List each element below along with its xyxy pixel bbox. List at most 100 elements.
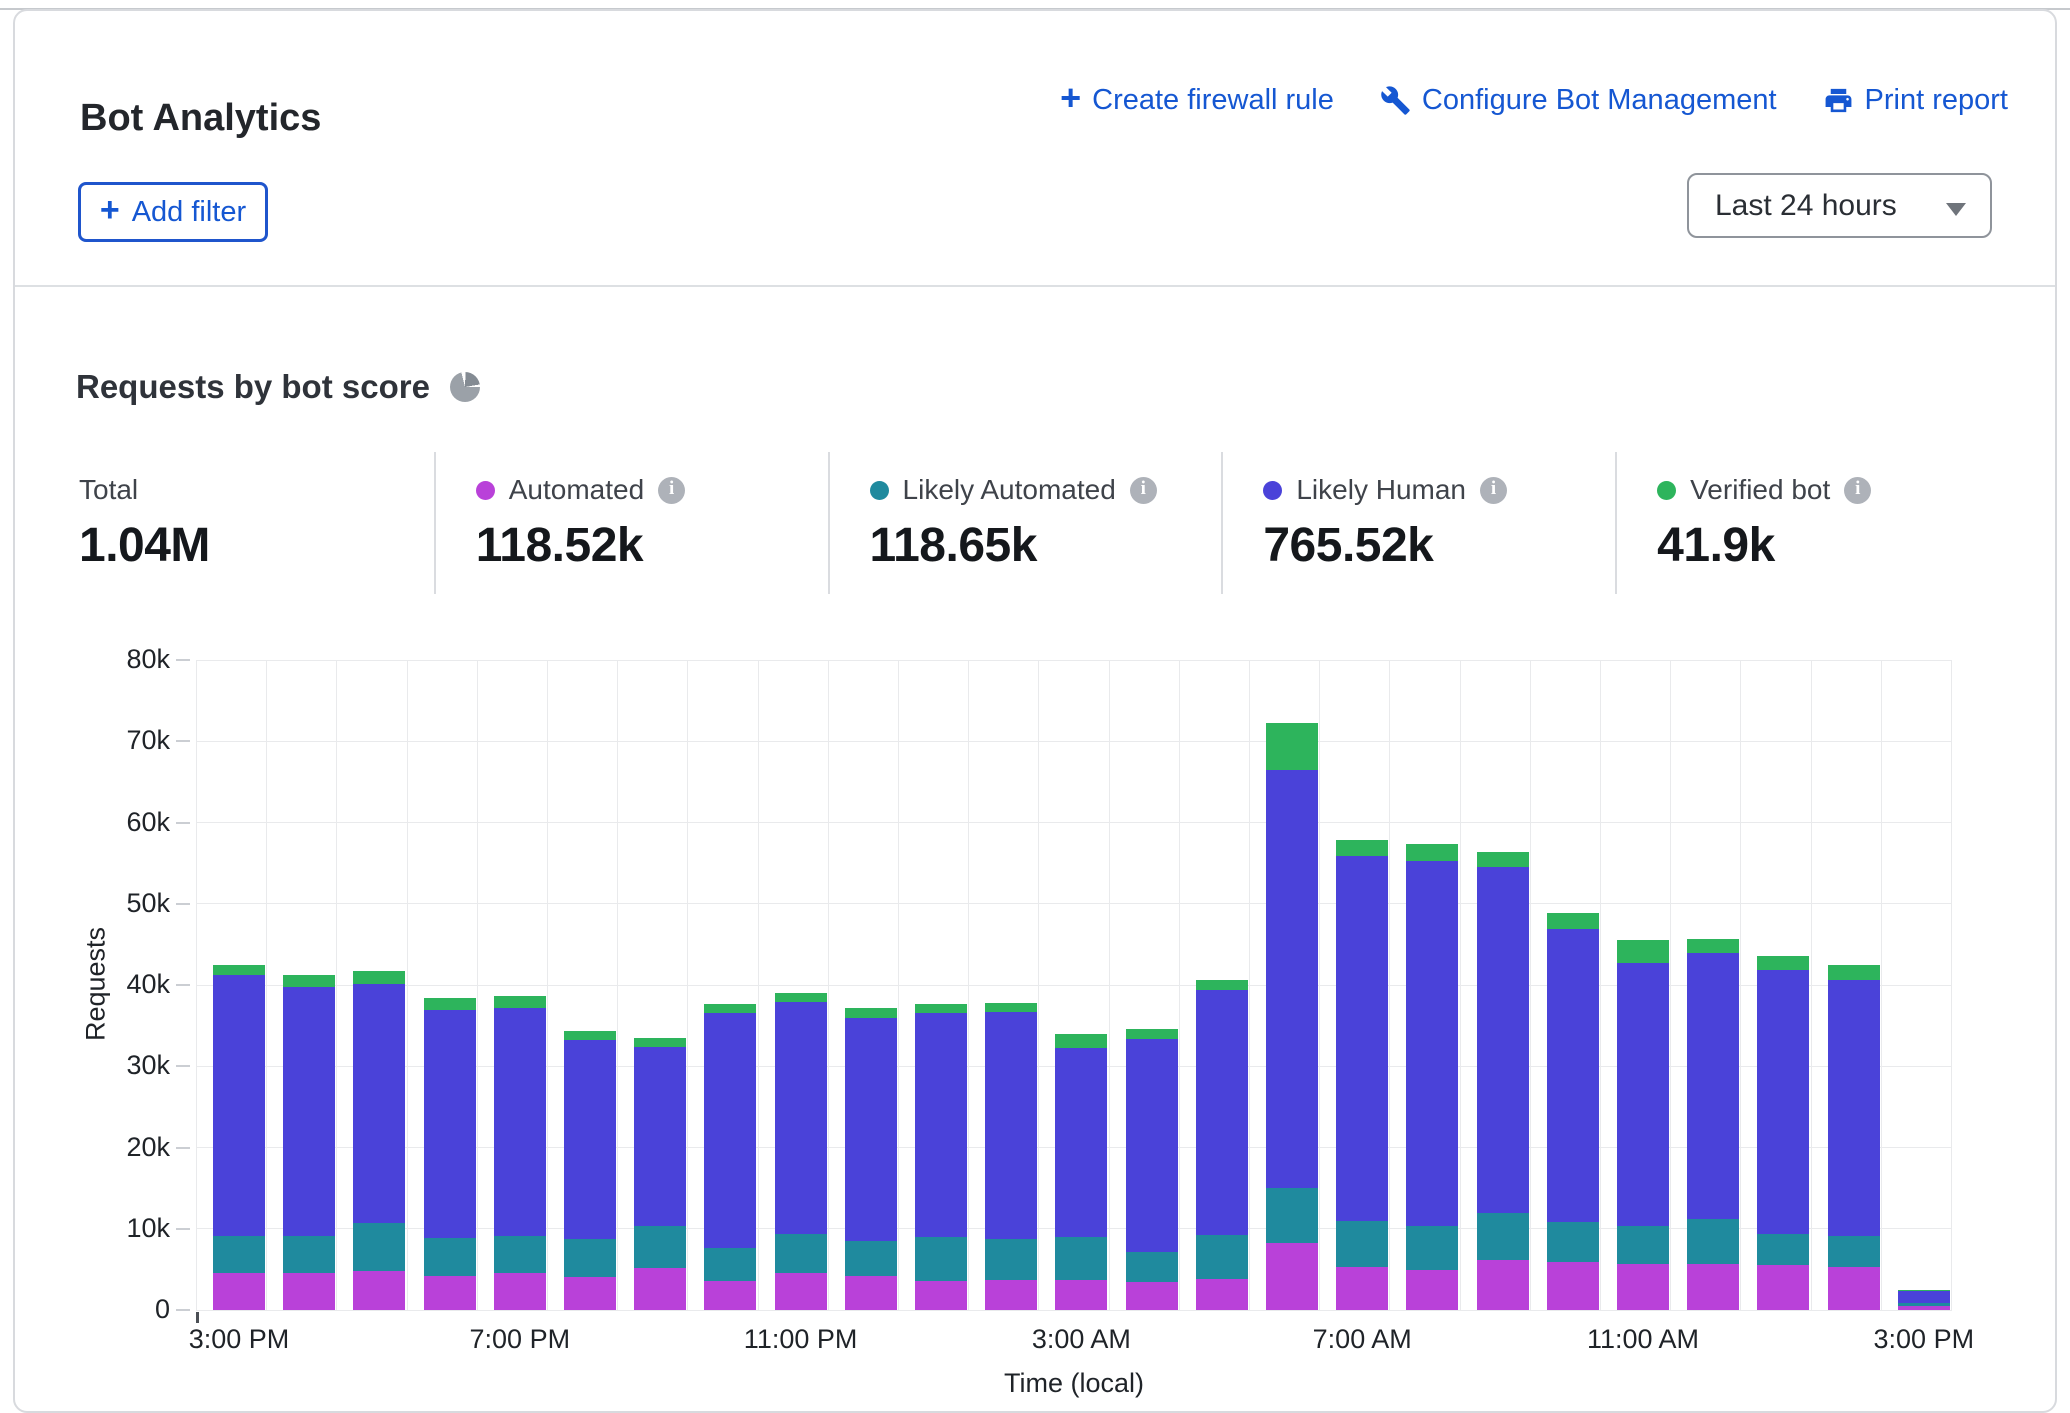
x-gridline [1530, 660, 1531, 1310]
x-axis-tick-label: 3:00 PM [189, 1324, 290, 1355]
y-axis-tick [176, 659, 190, 661]
bar-segment-likely-automated [353, 1223, 405, 1271]
stat-automated: Automated 118.52k [434, 452, 828, 594]
bar-segment-likely-human [213, 975, 265, 1236]
print-report-link[interactable]: Print report [1823, 84, 2008, 117]
plus-icon: + [100, 193, 120, 227]
y-gridline [196, 660, 1952, 661]
y-axis-tick [176, 903, 190, 905]
bar-segment-automated [1406, 1270, 1458, 1310]
bar-segment-likely-automated [213, 1236, 265, 1273]
stat-likely-human: Likely Human 765.52k [1221, 452, 1615, 594]
likely-human-dot [1263, 481, 1282, 500]
bar-segment-likely-automated [1196, 1235, 1248, 1279]
bar-segment-automated [915, 1281, 967, 1310]
x-gridline [1881, 660, 1882, 1310]
y-axis-tick-label: 40k [90, 969, 170, 1000]
bar-segment-automated [1055, 1280, 1107, 1310]
bar-segment-verified-bot [1336, 840, 1388, 855]
bar-segment-automated [1336, 1267, 1388, 1310]
time-range-select[interactable]: Last 24 hours [1687, 173, 1992, 238]
bar-segment-verified-bot [1477, 852, 1529, 867]
x-gridline [1038, 660, 1039, 1310]
x-gridline [1811, 660, 1812, 1310]
x-gridline [336, 660, 337, 1310]
bar-segment-automated [1266, 1243, 1318, 1310]
bar-segment-likely-human [1687, 953, 1739, 1219]
create-firewall-rule-link[interactable]: + Create firewall rule [1060, 82, 1334, 118]
info-icon[interactable] [1844, 477, 1871, 504]
bar-segment-automated [424, 1276, 476, 1310]
bar-segment-verified-bot [283, 975, 335, 986]
bar-segment-likely-automated [1828, 1236, 1880, 1267]
stat-label: Likely Automated [903, 474, 1116, 506]
bar-segment-verified-bot [775, 993, 827, 1002]
bar-segment-verified-bot [985, 1003, 1037, 1012]
bar-segment-automated [213, 1273, 265, 1310]
bar-segment-automated [1617, 1264, 1669, 1310]
bar-segment-verified-bot [1828, 965, 1880, 980]
bar-segment-likely-human [634, 1047, 686, 1227]
bar-segment-likely-automated [1547, 1222, 1599, 1262]
bar-segment-verified-bot [1196, 980, 1248, 990]
stats-row: Total 1.04M Automated 118.52k Likely Aut… [79, 452, 2009, 594]
bar-segment-likely-automated [1757, 1234, 1809, 1265]
x-axis-tick-label: 3:00 AM [1032, 1324, 1131, 1355]
y-axis-tick [176, 984, 190, 986]
add-filter-button[interactable]: + Add filter [78, 182, 268, 242]
bar-segment-likely-human [985, 1012, 1037, 1239]
y-axis-tick [176, 1228, 190, 1230]
plus-icon: + [1060, 80, 1081, 116]
chevron-down-icon [1946, 203, 1966, 216]
header-divider [15, 285, 2055, 287]
bar-segment-likely-automated [1687, 1219, 1739, 1264]
info-icon[interactable] [1480, 477, 1507, 504]
stat-value: 118.65k [870, 518, 1222, 573]
y-gridline [196, 741, 1952, 742]
bar-segment-likely-automated [1126, 1252, 1178, 1282]
bar-segment-automated [1898, 1306, 1950, 1310]
bar-segment-likely-automated [985, 1239, 1037, 1280]
bar-segment-likely-automated [845, 1241, 897, 1276]
y-axis-tick-label: 70k [90, 725, 170, 756]
y-axis-tick [176, 1309, 190, 1311]
stat-verified-bot: Verified bot 41.9k [1615, 452, 2009, 594]
info-icon[interactable] [658, 477, 685, 504]
stat-label: Likely Human [1296, 474, 1466, 506]
configure-bot-management-link[interactable]: Configure Bot Management [1380, 84, 1777, 117]
bar-segment-likely-human [1196, 990, 1248, 1235]
x-gridline [968, 660, 969, 1310]
bar-segment-automated [1547, 1262, 1599, 1310]
bar-segment-automated [985, 1280, 1037, 1310]
x-gridline [687, 660, 688, 1310]
printer-icon [1823, 85, 1854, 116]
bar-segment-verified-bot [915, 1004, 967, 1014]
bar-segment-automated [704, 1281, 756, 1310]
create-firewall-rule-label: Create firewall rule [1092, 84, 1334, 117]
bar-segment-verified-bot [1266, 723, 1318, 770]
add-filter-label: Add filter [132, 196, 246, 229]
x-gridline [1460, 660, 1461, 1310]
bar-segment-likely-automated [1406, 1226, 1458, 1270]
bar-segment-verified-bot [845, 1008, 897, 1019]
bar-segment-likely-human [1336, 856, 1388, 1221]
x-axis-tick-label: 11:00 AM [1587, 1324, 1699, 1355]
x-axis-tick-label: 7:00 PM [470, 1324, 571, 1355]
bar-segment-likely-human [1477, 867, 1529, 1213]
stat-label: Verified bot [1690, 474, 1830, 506]
bar-segment-likely-human [1828, 980, 1880, 1236]
bar-segment-likely-automated [564, 1239, 616, 1277]
bar-segment-likely-automated [634, 1226, 686, 1267]
bar-segment-automated [1828, 1267, 1880, 1310]
bar-segment-likely-human [424, 1010, 476, 1238]
x-gridline [1600, 660, 1601, 1310]
bar-segment-automated [1196, 1279, 1248, 1310]
y-axis-tick-label: 20k [90, 1132, 170, 1163]
bar-segment-likely-human [1757, 970, 1809, 1234]
bar-segment-automated [564, 1277, 616, 1310]
time-range-value: Last 24 hours [1715, 189, 1897, 223]
info-icon[interactable] [1130, 477, 1157, 504]
y-axis-tick [176, 1065, 190, 1067]
bar-segment-verified-bot [353, 971, 405, 984]
bar-segment-likely-human [1406, 861, 1458, 1227]
